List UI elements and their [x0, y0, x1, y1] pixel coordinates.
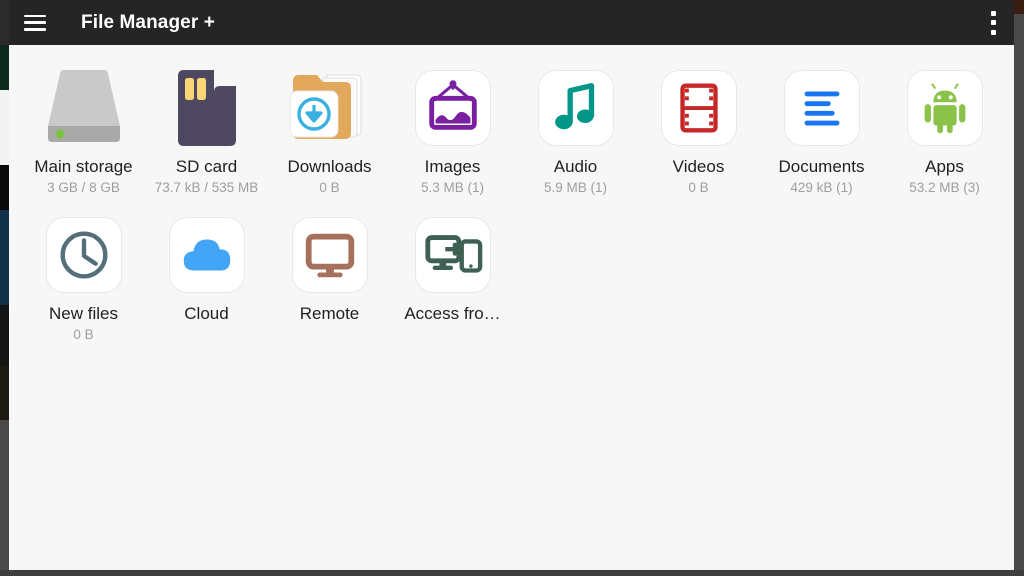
icon-container	[902, 65, 988, 151]
icon-container	[533, 65, 619, 151]
grid-item-label: Remote	[300, 304, 360, 324]
grid-item-audio[interactable]: Audio 5.9 MB (1)	[514, 59, 637, 206]
grid-item-cloud[interactable]: Cloud	[145, 206, 268, 353]
grid-item-size: 73.7 kB / 535 MB	[155, 180, 259, 196]
grid-item-size: 0 B	[319, 180, 339, 196]
icon-container	[41, 65, 127, 151]
desktop-edge-left	[0, 165, 9, 210]
desktop-edge-left	[0, 45, 9, 90]
storage-content: Main storage 3 GB / 8 GB SD card 73.7 kB / …	[9, 45, 1014, 570]
hard-drive-icon	[38, 68, 130, 148]
grid-item-label: Videos	[673, 157, 725, 177]
android-robot-icon	[907, 70, 983, 146]
grid-item-videos[interactable]: Videos 0 B	[637, 59, 760, 206]
grid-item-size: 429 kB (1)	[790, 180, 852, 196]
grid-item-label: Apps	[925, 157, 964, 177]
grid-item-label: Downloads	[287, 157, 371, 177]
desktop-edge-left	[0, 90, 9, 165]
grid-item-label: New files	[49, 304, 118, 324]
cloud-icon	[169, 217, 245, 293]
music-note-icon	[538, 70, 614, 146]
grid-item-access-from-pc[interactable]: Access fro…	[391, 206, 514, 353]
desktop-edge-left	[0, 365, 9, 420]
grid-item-new-files[interactable]: New files 0 B	[22, 206, 145, 353]
icon-container	[779, 65, 865, 151]
icon-container	[656, 65, 742, 151]
grid-item-label: Main storage	[34, 157, 132, 177]
grid-item-apps[interactable]: Apps 53.2 MB (3)	[883, 59, 1006, 206]
icon-container	[410, 65, 496, 151]
desktop-edge-right-top	[1014, 0, 1024, 14]
monitor-icon	[292, 217, 368, 293]
grid-item-documents[interactable]: Documents 429 kB (1)	[760, 59, 883, 206]
grid-item-label: Access fro…	[404, 304, 500, 324]
sd-card-icon	[170, 68, 244, 148]
desktop-edge-left	[0, 210, 9, 305]
grid-item-label: Documents	[779, 157, 865, 177]
file-manager-window: File Manager + Main storage 3 GB / 8 GB SD…	[9, 0, 1014, 570]
grid-item-size: 5.9 MB (1)	[544, 180, 607, 196]
film-strip-icon	[661, 70, 737, 146]
picture-frame-icon	[415, 70, 491, 146]
icon-container	[410, 212, 496, 298]
hamburger-menu-icon[interactable]	[24, 15, 46, 31]
grid-item-sd-card[interactable]: SD card 73.7 kB / 535 MB	[145, 59, 268, 206]
desktop-edge-left	[0, 420, 9, 576]
icon-container	[287, 65, 373, 151]
clock-icon	[46, 217, 122, 293]
document-lines-icon	[784, 70, 860, 146]
icon-container	[287, 212, 373, 298]
icon-container	[164, 65, 250, 151]
page-title: File Manager +	[81, 12, 215, 34]
desktop-edge-right	[1014, 0, 1024, 576]
grid-item-images[interactable]: Images 5.3 MB (1)	[391, 59, 514, 206]
grid-item-size: 0 B	[688, 180, 708, 196]
icon-container	[41, 212, 127, 298]
grid-item-main-storage[interactable]: Main storage 3 GB / 8 GB	[22, 59, 145, 206]
grid-item-size: 5.3 MB (1)	[421, 180, 484, 196]
grid-item-label: Images	[425, 157, 481, 177]
grid-item-remote[interactable]: Remote	[268, 206, 391, 353]
desktop-edge-bottom	[0, 570, 1024, 576]
icon-container	[164, 212, 250, 298]
grid-item-size: 53.2 MB (3)	[909, 180, 980, 196]
desktop-edge-left	[0, 305, 9, 365]
download-folder-icon	[287, 69, 373, 147]
grid-item-label: SD card	[176, 157, 237, 177]
screen: File Manager + Main storage 3 GB / 8 GB SD…	[0, 0, 1024, 576]
grid-item-label: Cloud	[184, 304, 228, 324]
grid-item-downloads[interactable]: Downloads 0 B	[268, 59, 391, 206]
monitor-to-phone-icon	[415, 217, 491, 293]
more-vertical-icon[interactable]	[990, 11, 996, 35]
grid-item-label: Audio	[554, 157, 597, 177]
desktop-edge-left	[0, 0, 9, 45]
storage-grid: Main storage 3 GB / 8 GB SD card 73.7 kB / …	[9, 59, 1014, 353]
grid-item-size: 0 B	[73, 327, 93, 343]
grid-item-size: 3 GB / 8 GB	[47, 180, 120, 196]
action-bar: File Manager +	[9, 0, 1014, 45]
